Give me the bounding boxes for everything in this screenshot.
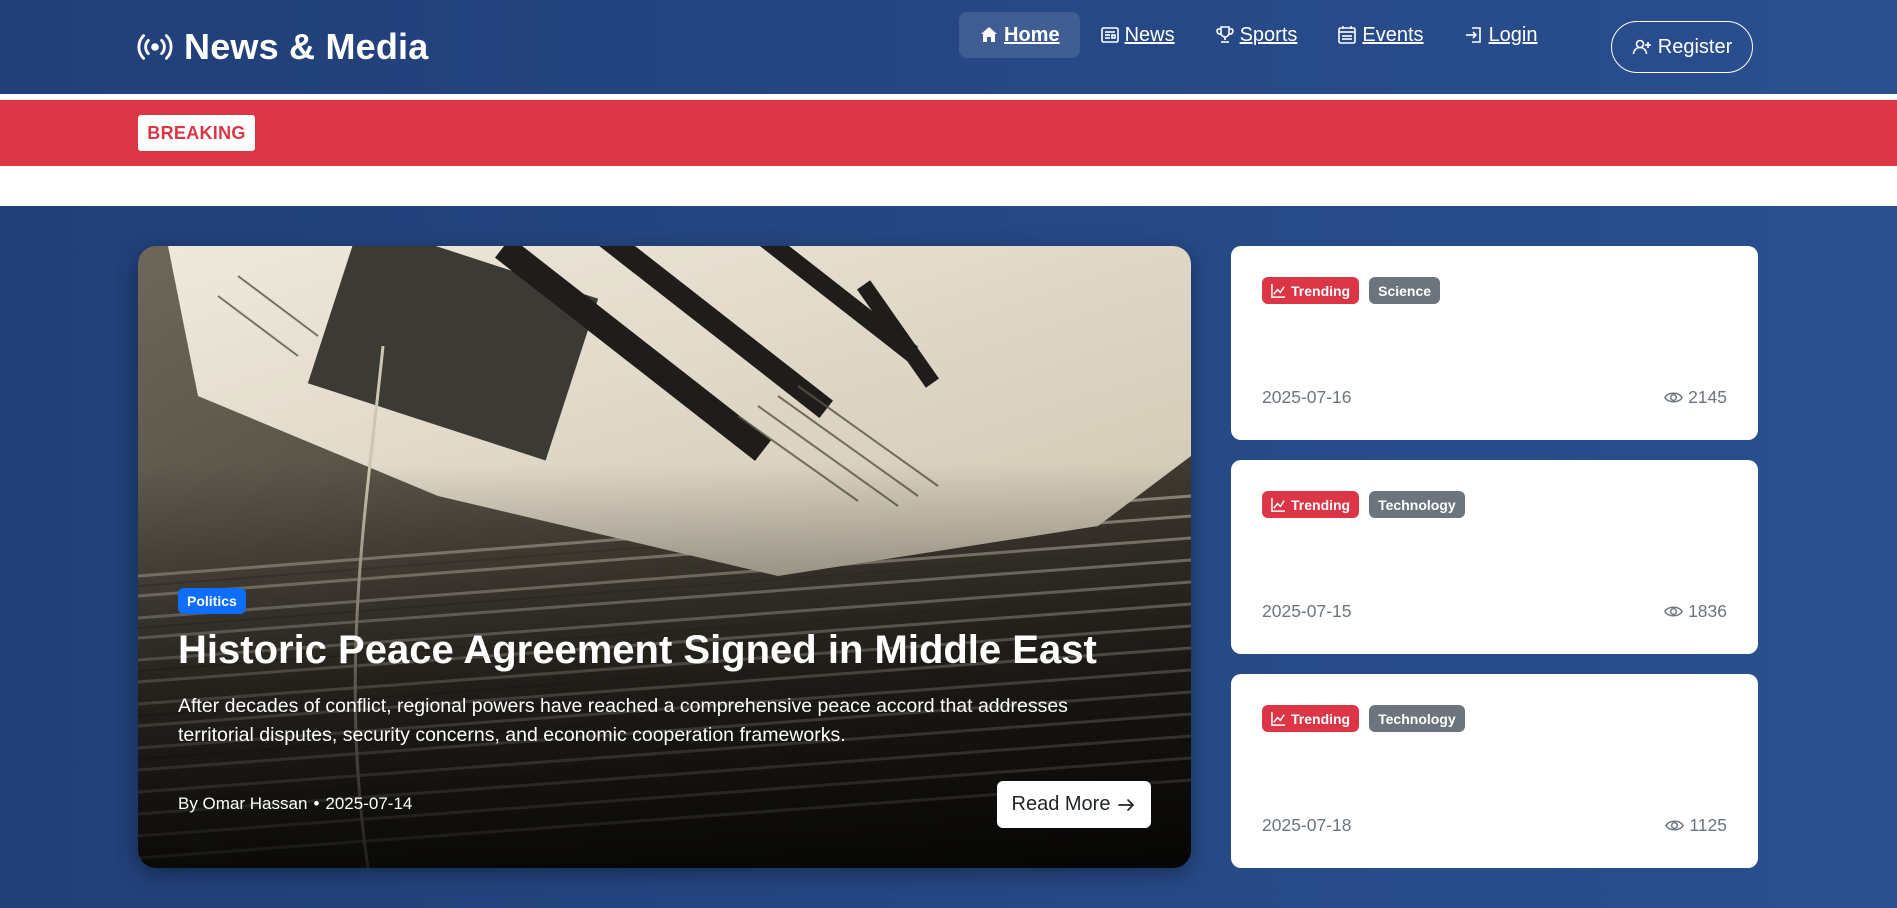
hero-title[interactable]: Historic Peace Agreement Signed in Middl…	[178, 626, 1158, 674]
featured-article-card[interactable]: Politics Historic Peace Agreement Signed…	[138, 246, 1191, 868]
hero-date: 2025-07-14	[325, 794, 413, 813]
trend-up-icon	[1271, 497, 1286, 512]
brand-logo[interactable]: News & Media	[136, 26, 428, 68]
view-count: 1836	[1664, 601, 1727, 622]
trending-badge[interactable]: Trending	[1262, 277, 1360, 304]
trend-up-icon	[1271, 711, 1286, 726]
top-navbar: News & Media Home News Sports Events Log…	[0, 0, 1897, 94]
view-count: 2145	[1664, 387, 1727, 408]
nav-home[interactable]: Home	[959, 12, 1080, 58]
house-icon	[981, 27, 997, 42]
register-label: Register	[1657, 35, 1733, 58]
trophy-icon	[1215, 26, 1234, 43]
views-value: 2145	[1688, 387, 1727, 407]
trend-up-icon	[1271, 283, 1286, 298]
views-value: 1125	[1689, 815, 1727, 835]
nav-events-label: Events	[1362, 23, 1424, 46]
eye-icon	[1665, 820, 1685, 831]
trending-card[interactable]: Trending Technology 2025-07-18 1125	[1231, 674, 1758, 868]
person-plus-icon	[1632, 39, 1651, 55]
category-badge[interactable]: Technology	[1369, 491, 1465, 518]
login-icon	[1465, 27, 1481, 43]
hero-gradient-overlay	[138, 246, 1191, 868]
newspaper-icon	[1100, 27, 1119, 43]
hero-meta: By Omar Hassan • 2025-07-14	[178, 794, 412, 814]
card-badges: Trending Science	[1262, 277, 1441, 304]
trending-badge[interactable]: Trending	[1262, 705, 1360, 732]
trending-label: Trending	[1291, 710, 1351, 727]
card-date: 2025-07-18	[1262, 815, 1352, 835]
breaking-news-bar	[0, 100, 1897, 166]
category-badge[interactable]: Politics	[178, 588, 246, 614]
trending-label: Trending	[1291, 282, 1351, 299]
nav-login-label: Login	[1488, 23, 1538, 46]
category-badge[interactable]: Science	[1369, 277, 1441, 304]
hero-excerpt: After decades of conflict, regional powe…	[178, 695, 1068, 747]
meta-separator: •	[313, 794, 320, 813]
card-date: 2025-07-15	[1262, 601, 1352, 621]
hero-author: By Omar Hassan	[178, 794, 308, 813]
nav-sports-label: Sports	[1239, 23, 1298, 46]
nav-news[interactable]: News	[1080, 12, 1195, 58]
trending-badge[interactable]: Trending	[1262, 491, 1360, 518]
views-value: 1836	[1688, 601, 1727, 621]
trending-label: Trending	[1291, 496, 1351, 513]
main-nav: Home News Sports Events Login	[959, 12, 1558, 58]
category-badge[interactable]: Technology	[1369, 705, 1465, 732]
nav-sports[interactable]: Sports	[1195, 12, 1318, 58]
nav-news-label: News	[1124, 23, 1175, 46]
read-more-label: Read More	[1011, 793, 1111, 815]
card-badges: Trending Technology	[1262, 705, 1465, 732]
card-badges: Trending Technology	[1262, 491, 1465, 518]
card-date: 2025-07-16	[1262, 387, 1352, 407]
register-button[interactable]: Register	[1611, 21, 1753, 73]
view-count: 1125	[1665, 815, 1727, 836]
read-more-button[interactable]: Read More	[997, 781, 1151, 828]
broadcast-icon	[137, 34, 173, 60]
arrow-right-icon	[1118, 798, 1135, 811]
brand-name: News & Media	[184, 26, 429, 67]
calendar-icon	[1338, 26, 1357, 44]
eye-icon	[1664, 606, 1683, 617]
nav-events[interactable]: Events	[1317, 12, 1443, 58]
breaking-badge: BREAKING	[138, 115, 255, 151]
nav-login[interactable]: Login	[1444, 12, 1558, 58]
nav-home-label: Home	[1004, 23, 1060, 46]
trending-card[interactable]: Trending Technology 2025-07-15 1836	[1231, 460, 1758, 654]
trending-card[interactable]: Trending Science 2025-07-16 2145	[1231, 246, 1758, 440]
eye-icon	[1664, 392, 1683, 403]
